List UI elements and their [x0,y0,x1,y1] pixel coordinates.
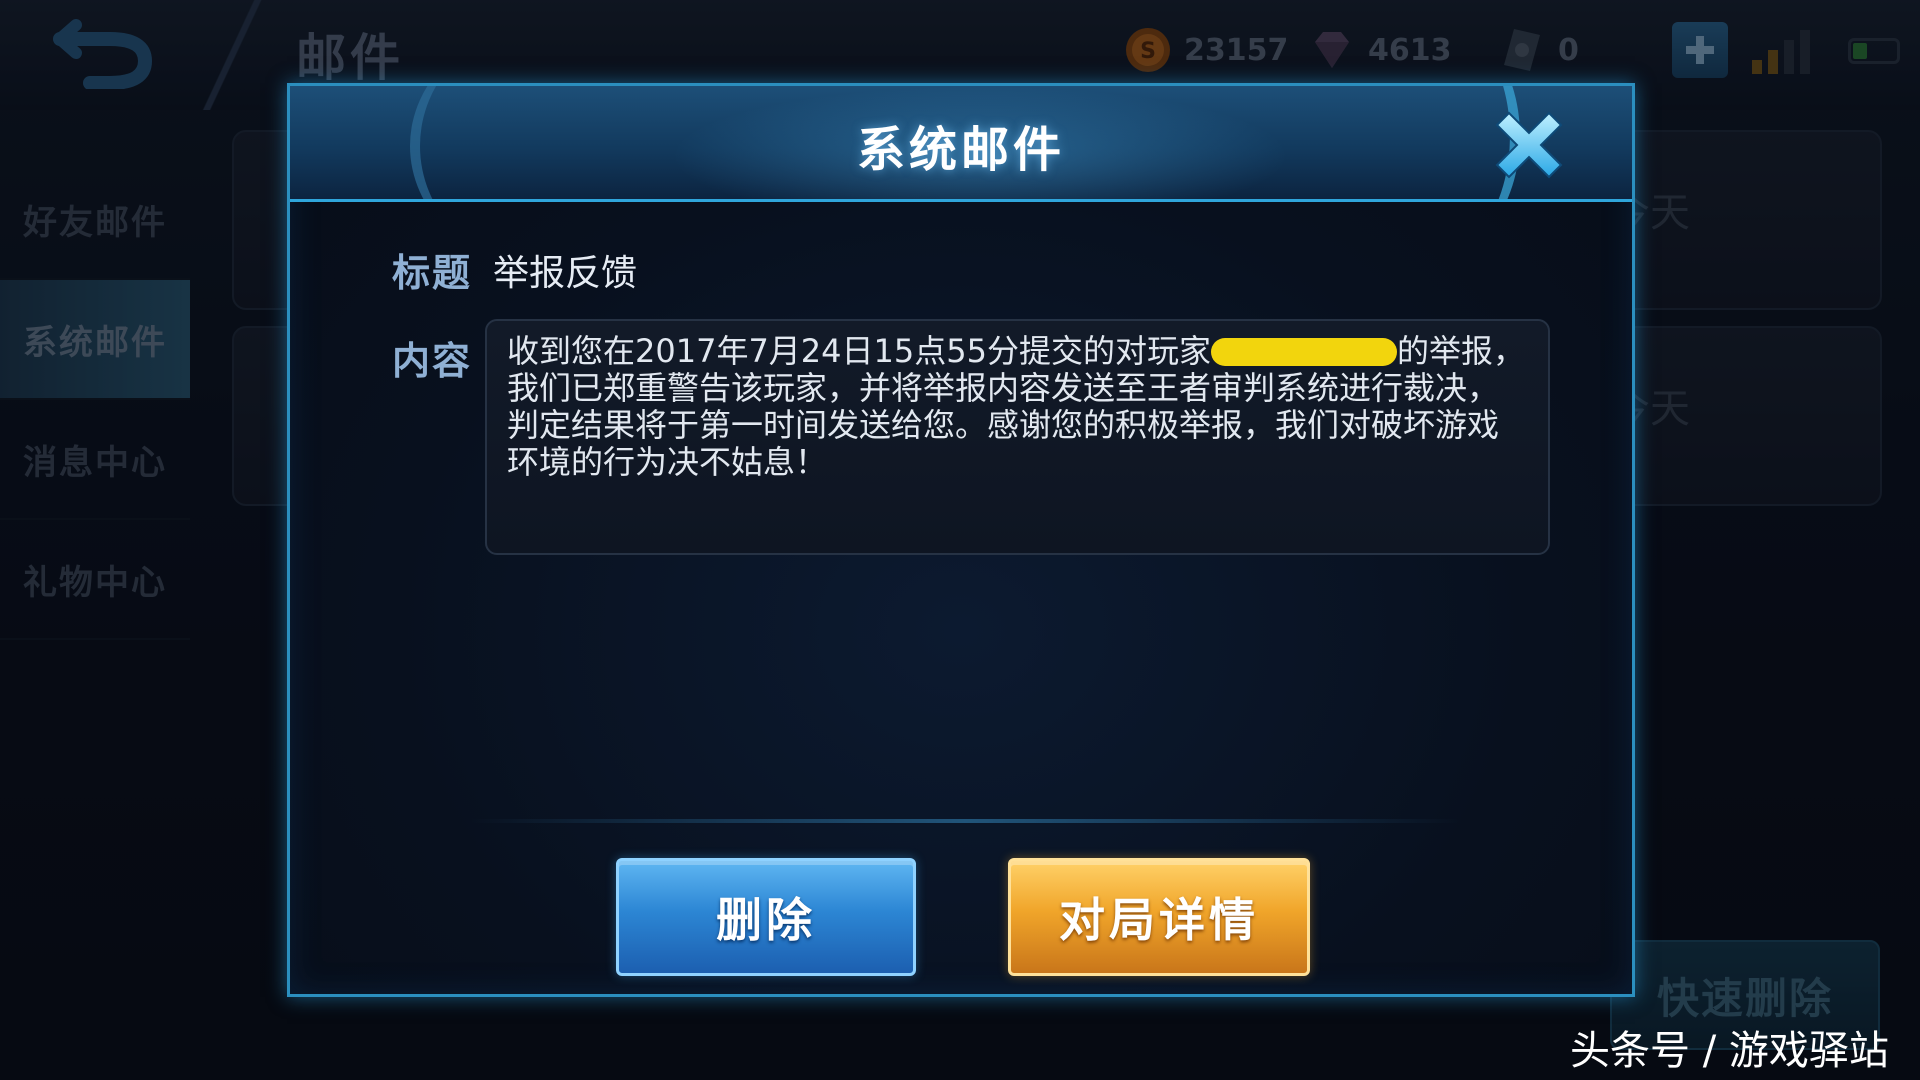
dialog-header: 系统邮件 [290,86,1632,202]
content-label: 内容 [392,339,473,383]
delete-button[interactable]: 删除 [616,858,916,976]
subject-label: 标题 [392,251,473,295]
dialog-title: 系统邮件 [856,122,1065,178]
subject-value: 举报反馈 [493,253,638,294]
mail-content-box: 收到您在2017年7月24日15点55分提交的对玩家 的举报，我们已郑重警告该玩家… [485,319,1550,555]
mail-content-text: 收到您在2017年7月24日15点55分提交的对玩家 的举报，我们已郑重警告该玩家… [507,333,1528,481]
system-mail-dialog: 系统邮件 标题 举报反馈 内容 收到您在2017年7月24日15点55分提交的对… [287,83,1635,997]
button-divider [470,819,1460,823]
redaction-mark [1210,338,1397,366]
match-details-button[interactable]: 对局详情 [1008,858,1310,976]
close-icon [1495,111,1563,179]
close-button[interactable] [1488,104,1570,186]
watermark: 头条号 / 游戏驿站 [1570,1028,1889,1074]
content-text-part: 收到您在2017年7月24日15点55分提交的对玩家 [507,332,1211,370]
